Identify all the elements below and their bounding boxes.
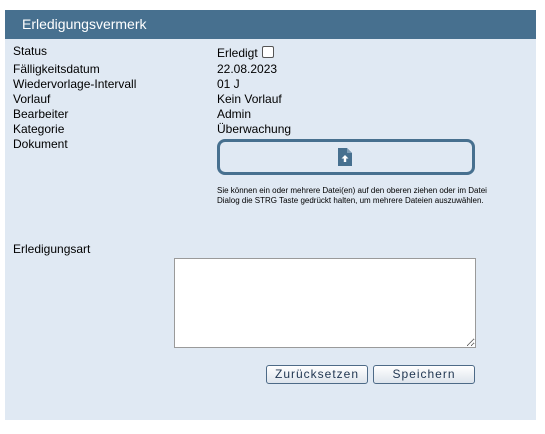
editor-value: Admin [217,107,252,121]
completion-type-label: Erledigungsart [13,242,91,256]
file-dropzone[interactable] [217,139,475,175]
category-value: Überwachung [217,122,292,136]
due-date-value: 22.08.2023 [217,62,278,76]
status-field: Erledigt [217,46,274,61]
interval-label: Wiedervorlage-Intervall [13,77,137,91]
editor-label: Bearbeiter [13,107,69,121]
panel-title: Erledigungsvermerk [5,10,536,39]
completed-checkbox[interactable] [261,46,274,58]
predecessor-label: Vorlauf [13,92,51,106]
completion-type-textarea[interactable] [174,258,476,348]
status-value: Erledigt [217,46,258,60]
predecessor-value: Kein Vorlauf [217,92,282,106]
completion-note-panel: Erledigungsvermerk Status Erledigt Fälli… [5,10,536,420]
file-upload-icon [337,147,353,170]
document-label: Dokument [13,137,68,151]
status-label: Status [13,44,48,58]
due-date-label: Fälligkeitsdatum [13,62,100,76]
category-label: Kategorie [13,122,65,136]
interval-value: 01 J [217,77,240,91]
reset-button[interactable]: Zurücksetzen [266,365,368,384]
upload-hint: Sie können ein oder mehrere Datei(en) au… [217,186,487,205]
save-button[interactable]: Speichern [373,365,475,384]
